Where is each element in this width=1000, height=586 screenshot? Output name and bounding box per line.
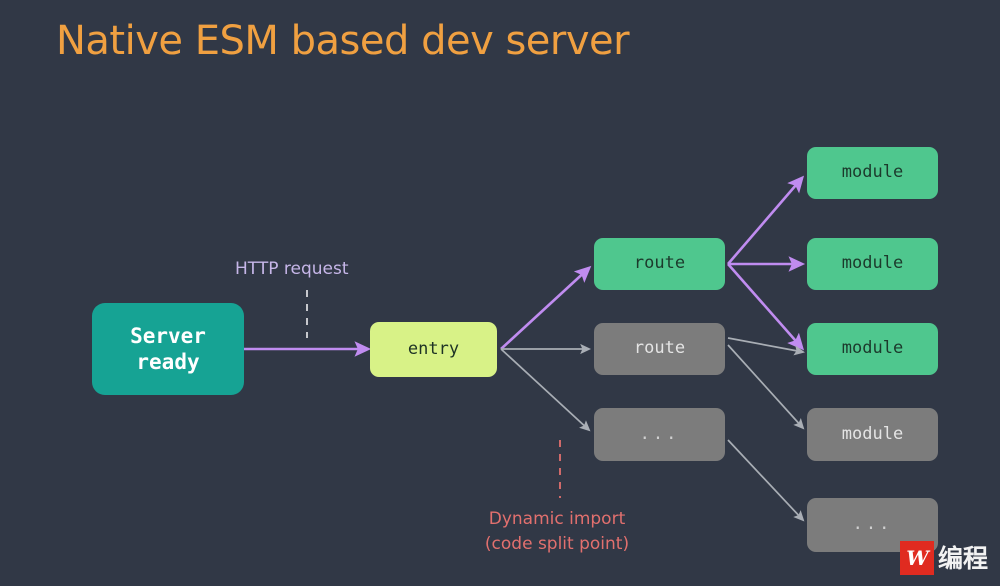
- label-http-request: HTTP request: [235, 259, 349, 279]
- edge-route-inactive-to-module-4: [727, 344, 805, 430]
- node-entry-label: entry: [407, 338, 460, 359]
- edge-route-active-to-module-1: [727, 175, 805, 265]
- slide-canvas: Native ESM based dev server Server ready…: [0, 0, 1000, 586]
- node-module-4-label: module: [841, 423, 904, 444]
- node-module-1[interactable]: module: [807, 147, 938, 199]
- node-module-2[interactable]: module: [807, 238, 938, 290]
- edge-entry-to-route-active: [500, 265, 592, 350]
- node-route-inactive-label: route: [633, 338, 686, 359]
- node-server-ready[interactable]: Server ready: [92, 303, 244, 395]
- node-route-inactive[interactable]: route: [594, 323, 725, 375]
- edge-route-dots-to-module-dots: [727, 439, 805, 522]
- node-module-3-label: module: [841, 338, 904, 359]
- node-entry[interactable]: entry: [370, 322, 497, 377]
- node-module-3[interactable]: module: [807, 323, 938, 375]
- edge-route-inactive-to-module-3: [727, 337, 806, 356]
- node-module-4[interactable]: module: [807, 408, 938, 461]
- node-module-2-label: module: [841, 253, 904, 274]
- node-route-dots[interactable]: ...: [594, 408, 725, 461]
- watermark-text: 编程: [938, 543, 989, 573]
- label-dynamic-import-line2: (code split point): [484, 533, 630, 554]
- node-server-ready-line1: Server: [130, 323, 206, 348]
- label-dynamic-import-line1: Dynamic import: [488, 509, 626, 529]
- node-server-ready-line2: ready: [136, 350, 200, 374]
- node-module-1-label: module: [841, 162, 904, 183]
- node-route-active-label: route: [633, 253, 686, 274]
- node-module-dots-label: ...: [852, 514, 893, 535]
- page-title: Native ESM based dev server: [56, 18, 630, 64]
- edge-entry-to-route-dots: [500, 348, 591, 432]
- node-route-dots-label: ...: [639, 423, 680, 444]
- watermark: W 编程: [900, 541, 988, 575]
- watermark-logo-icon: W: [900, 541, 934, 575]
- label-dynamic-import: Dynamic import (code split point): [467, 507, 647, 556]
- node-route-active[interactable]: route: [594, 238, 725, 290]
- edge-route-active-to-module-3: [727, 263, 805, 351]
